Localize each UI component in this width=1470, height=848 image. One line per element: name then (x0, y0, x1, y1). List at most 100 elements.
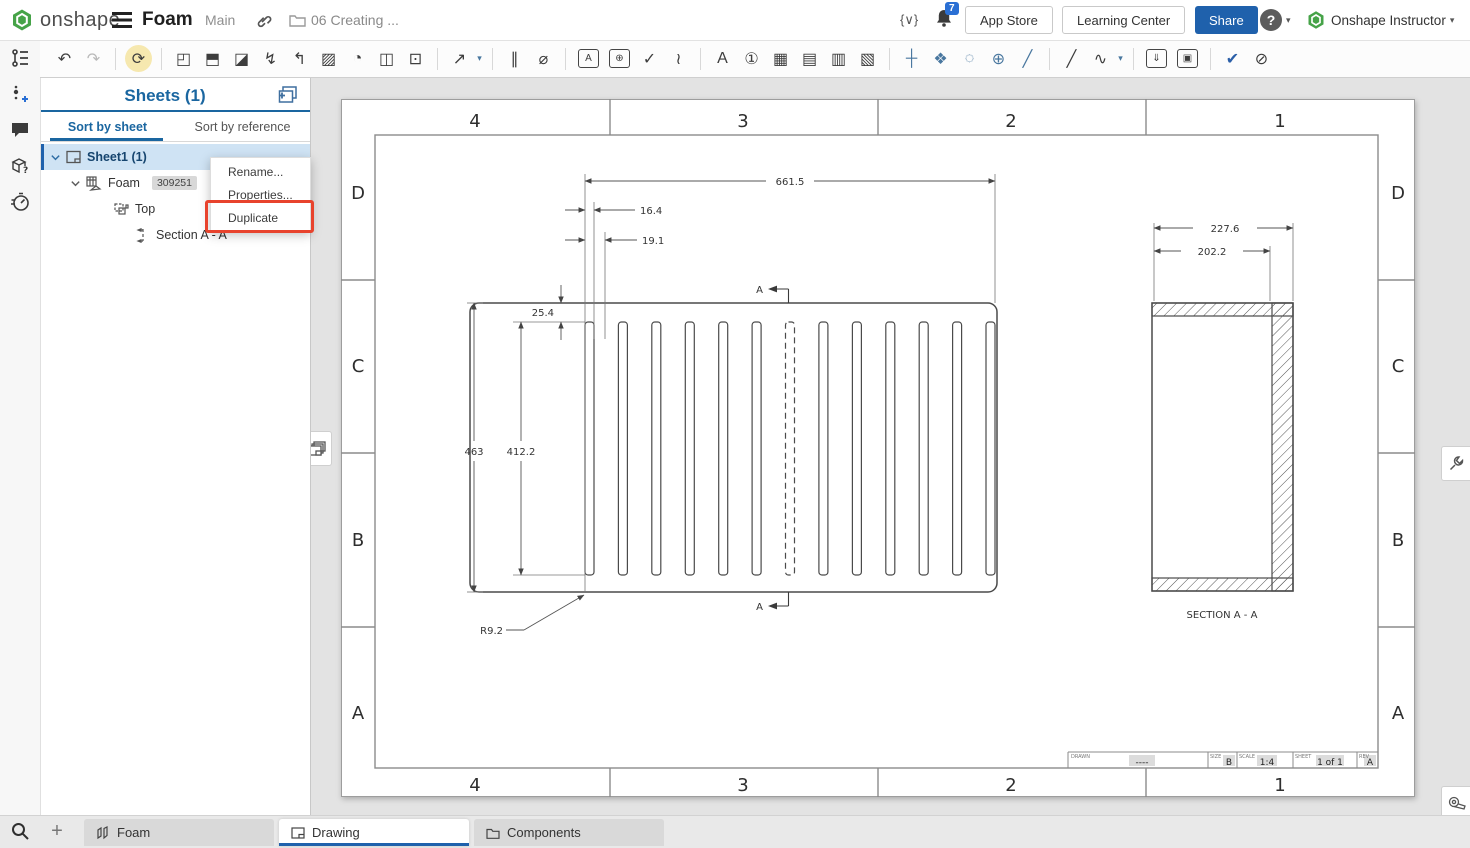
center-mark-circular-icon[interactable]: ◌ (955, 44, 984, 74)
svg-text:202.2: 202.2 (1198, 247, 1227, 258)
comment-icon[interactable] (0, 112, 40, 148)
svg-text:C: C (352, 356, 365, 377)
dimension-icon[interactable]: ↗ (445, 44, 474, 74)
aligned-section-icon[interactable]: ↰ (285, 44, 314, 74)
new-tab-button[interactable]: + (44, 818, 70, 844)
svg-text:1:4: 1:4 (1260, 758, 1275, 768)
insert-view-icon[interactable]: ◰ (169, 44, 198, 74)
chevron-down-icon[interactable] (70, 178, 81, 189)
project-folder-name[interactable]: 06 Creating ... (311, 0, 399, 40)
tab-components[interactable]: Components (474, 819, 664, 846)
tab-sort-by-reference[interactable]: Sort by reference (175, 112, 310, 141)
view-layout-icon[interactable]: ⬒ (198, 44, 227, 74)
bottom-tab-bar: + FoamDrawingComponents (0, 815, 1470, 848)
check-drawing-icon[interactable]: ✔ (1218, 44, 1247, 74)
panel-tabs: Sort by sheet Sort by reference (40, 112, 310, 142)
user-menu[interactable]: Onshape Instructor ▾ (1331, 0, 1454, 40)
help-icon[interactable]: ? (1260, 9, 1282, 31)
context-menu: Rename...Properties...Duplicate (210, 157, 311, 232)
auxiliary-view-icon[interactable]: ◪ (227, 44, 256, 74)
user-caret-icon: ▾ (1450, 15, 1455, 26)
table-image-icon[interactable]: ▧ (853, 44, 882, 74)
center-mark-icon[interactable]: ⊕ (984, 44, 1013, 74)
search-tabs-icon[interactable] (10, 821, 30, 846)
ordinate-dimension-icon[interactable]: ∥ (500, 44, 529, 74)
crop-view-icon[interactable]: ⊡ (401, 44, 430, 74)
toolbar-separator (115, 48, 116, 70)
view-settings-wrench-icon[interactable] (1441, 446, 1470, 481)
geometric-tolerance-icon[interactable]: ⊕ (609, 49, 630, 68)
user-name: Onshape Instructor (1331, 13, 1446, 28)
undo-icon[interactable]: ↶ (50, 44, 79, 74)
insert-image-icon[interactable]: ▣ (1177, 49, 1198, 68)
release-tasks-icon[interactable] (0, 40, 40, 76)
svg-text:16.4: 16.4 (640, 206, 662, 217)
menu-item-duplicate[interactable]: Duplicate (211, 206, 310, 229)
notification-bell-icon[interactable]: 7 (934, 0, 954, 40)
sketch-spline-icon[interactable]: ∿ (1086, 44, 1115, 74)
notification-count-badge: 7 (945, 2, 959, 15)
table-icon[interactable]: ▦ (766, 44, 795, 74)
insert-version-icon[interactable] (0, 76, 40, 112)
help-menu[interactable]: ? ▾ (1260, 0, 1291, 40)
hole-table-icon[interactable]: ▥ (824, 44, 853, 74)
weld-symbol-icon[interactable]: ≀ (664, 44, 693, 74)
drawing-sheet[interactable]: 4 3 2 1 4 3 2 1 D C B A D C B A A A (341, 99, 1415, 797)
bom-table-icon[interactable]: ▤ (795, 44, 824, 74)
folder-icon (486, 827, 500, 839)
diameter-dimension-icon[interactable]: ⌀ (529, 44, 558, 74)
check-drawing-off-icon[interactable]: ⊘ (1247, 44, 1276, 74)
part-icon (86, 176, 102, 191)
svg-text:661.5: 661.5 (776, 177, 805, 188)
featurescript-icon[interactable]: {∨} (900, 0, 918, 40)
menu-item-properties[interactable]: Properties... (211, 183, 310, 206)
drawing-sheet-icon (291, 826, 305, 840)
update-views-icon[interactable]: ⟳ (125, 45, 152, 72)
svg-text:19.1: 19.1 (642, 236, 664, 247)
dimension-dropdown-icon[interactable]: ▾ (474, 53, 485, 64)
hamburger-menu-icon[interactable] (112, 0, 132, 40)
sketch-line-icon[interactable]: ╱ (1057, 44, 1086, 74)
workspace-label[interactable]: Main (205, 0, 235, 40)
onshape-logo-icon[interactable] (10, 0, 34, 40)
tab-drawing[interactable]: Drawing (279, 819, 469, 846)
svg-text:412.2: 412.2 (507, 447, 536, 458)
detail-view-icon[interactable]: ◔ (343, 44, 372, 74)
surface-finish-icon[interactable]: ✓ (635, 44, 664, 74)
svg-text:3: 3 (737, 775, 748, 796)
section-icon (136, 228, 150, 243)
share-button[interactable]: Share (1195, 6, 1258, 34)
svg-text:2: 2 (1005, 111, 1016, 132)
toolbar-separator (1133, 48, 1134, 70)
note-icon[interactable]: A (578, 49, 599, 68)
app-store-button[interactable]: App Store (965, 6, 1053, 34)
sketch-spline-dropdown-icon[interactable]: ▾ (1115, 53, 1126, 64)
add-sheet-icon[interactable] (278, 86, 298, 109)
toolbar-separator (565, 48, 566, 70)
logo-wordmark: onshape (40, 0, 120, 40)
centerline-icon[interactable]: ┼ (897, 44, 926, 74)
svg-text:25.4: 25.4 (532, 308, 554, 319)
center-mark-pattern-icon[interactable]: ❖ (926, 44, 955, 74)
menu-item-rename[interactable]: Rename... (211, 160, 310, 183)
broken-out-section-icon[interactable]: ▨ (314, 44, 343, 74)
learning-center-button[interactable]: Learning Center (1062, 6, 1185, 34)
document-tabs: FoamDrawingComponents (84, 819, 664, 846)
text-icon[interactable]: A (708, 44, 737, 74)
export-dxf-icon[interactable]: ⇓ (1146, 49, 1167, 68)
break-view-icon[interactable]: ◫ (372, 44, 401, 74)
redo-icon[interactable]: ↷ (79, 44, 108, 74)
performance-icon[interactable] (0, 184, 40, 220)
top-bar: onshape Foam Main 06 Creating ... {∨} 7 … (0, 0, 1470, 41)
section-line-icon[interactable]: ↯ (256, 44, 285, 74)
drawing-canvas[interactable]: 4 3 2 1 4 3 2 1 D C B A D C B A A A (310, 78, 1470, 815)
link-icon[interactable] (255, 0, 272, 40)
help-part-icon[interactable]: ? (0, 148, 40, 184)
chevron-down-icon[interactable] (50, 152, 61, 163)
callout-balloon-icon[interactable]: ① (737, 44, 766, 74)
tab-sort-by-sheet[interactable]: Sort by sheet (40, 112, 175, 141)
left-rail: ? (0, 40, 41, 815)
centerline-two-point-icon[interactable]: ╱ (1013, 44, 1042, 74)
svg-text:SHEET: SHEET (1295, 754, 1312, 760)
tab-foam[interactable]: Foam (84, 819, 274, 846)
